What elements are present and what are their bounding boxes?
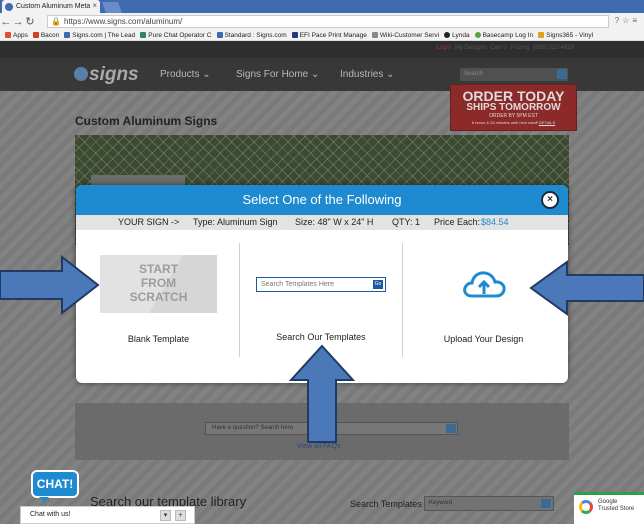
login-link[interactable]: Login xyxy=(436,45,451,51)
bookmark-basecamp[interactable]: Basecamp Log In xyxy=(474,32,533,39)
bookmark-signs365[interactable]: Signs365 - Vinyl xyxy=(538,32,593,39)
upload-design-label[interactable]: Upload Your Design xyxy=(426,334,541,344)
sign-size: Size: 48" W x 24" H xyxy=(295,217,374,227)
browser-menu-icons[interactable]: ?☆≡ xyxy=(615,16,640,25)
basecamp-icon xyxy=(474,32,481,38)
your-sign-label: YOUR SIGN -> xyxy=(118,217,180,227)
order-today-banner[interactable]: ORDER TODAY SHIPS TOMORROW ORDER BY 5PM … xyxy=(450,84,577,131)
bookmark-wiki[interactable]: Wiki-Customer Servi xyxy=(371,32,439,39)
chat-minimize-icon[interactable]: ▾ xyxy=(160,510,171,521)
signs-icon xyxy=(216,32,223,38)
right-arrow-annotation xyxy=(529,260,644,316)
sign-summary-bar: YOUR SIGN -> Type: Aluminum Sign Size: 4… xyxy=(76,215,568,230)
promo-line2: SHIPS TOMORROW xyxy=(466,102,561,113)
signs-logo[interactable]: signs xyxy=(74,64,139,86)
search-templates-option-label[interactable]: Search Our Templates xyxy=(256,332,386,342)
nav-products[interactable]: Products ⌄ xyxy=(160,69,211,80)
wiki-icon xyxy=(371,32,378,38)
tab-title: Custom Aluminum Meta xyxy=(16,3,91,10)
promo-details-link[interactable]: DETAILS xyxy=(539,120,555,125)
cloud-upload-icon[interactable] xyxy=(462,269,506,299)
blank-template-thumbnail[interactable]: START FROM SCRATCH xyxy=(100,255,217,313)
chat-expand-icon[interactable]: + xyxy=(175,510,186,521)
nav-industries[interactable]: Industries ⌄ xyxy=(340,69,395,80)
chat-bubble[interactable]: CHAT! xyxy=(31,470,79,503)
left-arrow-annotation xyxy=(0,255,100,315)
pricing-link[interactable]: Pricing xyxy=(511,45,529,51)
price-value: $84.54 xyxy=(481,217,509,227)
reload-icon[interactable]: ↻ xyxy=(24,15,36,28)
chat-bar[interactable]: Chat with us! ▾ + xyxy=(20,506,195,524)
bookmark-pure-chat[interactable]: Pure Chat Operator C xyxy=(140,32,212,39)
signs365-icon xyxy=(538,32,545,38)
bacon-icon xyxy=(32,32,39,38)
lynda-icon xyxy=(444,32,451,38)
promo-line1: ORDER TODAY xyxy=(462,88,565,104)
apps-icon xyxy=(5,32,11,38)
new-tab-button[interactable] xyxy=(101,2,123,13)
utility-bar: Login My Designs Cart 0 Pricing (888) 22… xyxy=(0,41,644,58)
cart-link[interactable]: Cart 0 xyxy=(490,45,506,51)
price-label: Price Each: xyxy=(434,217,481,227)
site-search-button[interactable] xyxy=(557,69,567,79)
faq-search-button[interactable] xyxy=(446,424,456,433)
bookmarks-bar: Apps Bacon Signs.com | The Lead Pure Cha… xyxy=(0,30,644,41)
bookmark-bacon[interactable]: Bacon xyxy=(32,32,59,39)
column-divider xyxy=(402,243,403,357)
lock-icon: 🔒 xyxy=(51,17,61,26)
google-logo-icon xyxy=(579,500,593,514)
bookmark-standard-signs[interactable]: Standard : Signs.com xyxy=(216,32,287,39)
phone-number[interactable]: (888) 222-4929 xyxy=(533,45,574,51)
promo-countdown: 6 hours & 26 minutes until next cutoff D… xyxy=(471,120,556,125)
blank-template-label[interactable]: Blank Template xyxy=(100,334,217,344)
url-text: https://www.signs.com/aluminum/ xyxy=(63,17,183,26)
google-trusted-store-badge[interactable]: Google Trusted Store xyxy=(574,492,644,524)
search-templates-label: Search Templates xyxy=(350,499,422,509)
url-field[interactable]: 🔒 https://www.signs.com/aluminum/ xyxy=(47,15,609,28)
chat-bar-text: Chat with us! xyxy=(30,511,71,518)
bookmark-signs-lead[interactable]: Signs.com | The Lead xyxy=(64,32,135,39)
search-templates-input[interactable]: Keyword xyxy=(424,496,554,511)
address-bar-row: ← → ↻ 🔒 https://www.signs.com/aluminum/ ?… xyxy=(0,13,644,30)
signs-icon xyxy=(64,32,71,38)
tab-close-icon[interactable]: × xyxy=(92,1,97,10)
modal-close-icon[interactable]: × xyxy=(541,191,559,209)
bookmark-efi-pace[interactable]: EFI Pace Print Manage xyxy=(291,32,367,39)
forward-icon[interactable]: → xyxy=(12,16,24,28)
bookmark-lynda[interactable]: Lynda xyxy=(444,32,470,39)
my-designs-link[interactable]: My Designs xyxy=(455,45,486,51)
efi-icon xyxy=(291,32,298,38)
modal-title: Select One of the Following xyxy=(76,185,568,215)
search-templates-button[interactable] xyxy=(541,499,551,508)
column-divider xyxy=(239,243,240,357)
logo-mark-icon xyxy=(74,67,88,81)
promo-line3: ORDER BY 5PM EST xyxy=(489,113,538,119)
pure-chat-icon xyxy=(140,32,147,38)
browser-tab[interactable]: Custom Aluminum Meta × xyxy=(2,0,100,13)
sign-qty: QTY: 1 xyxy=(392,217,421,227)
bookmark-apps[interactable]: Apps xyxy=(5,32,28,39)
nav-signs-for-home[interactable]: Signs For Home ⌄ xyxy=(236,69,319,80)
sign-type: Type: Aluminum Sign xyxy=(193,217,278,227)
template-search-input[interactable]: Search Templates Here Go xyxy=(256,277,386,292)
back-icon[interactable]: ← xyxy=(0,16,12,28)
page-title: Custom Aluminum Signs xyxy=(75,114,218,128)
browser-tab-bar: Custom Aluminum Meta × xyxy=(0,0,644,13)
signs-favicon-icon xyxy=(5,2,13,11)
site-search-input[interactable]: Search xyxy=(460,68,568,81)
view-all-faqs-link[interactable]: View all FAQs xyxy=(297,443,340,450)
up-arrow-annotation xyxy=(289,344,355,443)
template-search-go-button[interactable]: Go xyxy=(373,280,383,289)
